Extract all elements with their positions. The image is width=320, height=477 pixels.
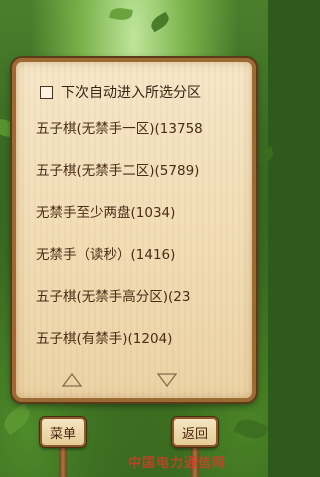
room-list: 五子棋(无禁手一区)(13758 五子棋(无禁手二区)(5789) 无禁手至少两… (16, 106, 252, 358)
room-item[interactable]: 无禁手至少两盘(1034) (16, 190, 252, 232)
checkbox-icon[interactable] (40, 85, 53, 99)
room-item-label: 无禁手（读秒）(1416) (36, 247, 176, 263)
room-item-label: 无禁手至少两盘(1034) (36, 205, 176, 221)
room-item[interactable]: 五子棋(有禁手)(1204) (16, 316, 252, 358)
room-item[interactable]: 无禁手（读秒）(1416) (16, 232, 252, 274)
back-button[interactable]: 返回 (172, 417, 218, 447)
room-item[interactable]: 五子棋(无禁手高分区)(23 (16, 274, 252, 316)
room-item[interactable]: 五子棋(无禁手一区)(13758 (16, 106, 252, 148)
room-item-label: 五子棋(无禁手一区)(13758 (36, 121, 203, 137)
sign-post (59, 445, 67, 477)
watermark-text: 中国电力通信网 (128, 456, 227, 471)
room-item[interactable]: 五子棋(无禁手二区)(5789) (16, 148, 252, 190)
menu-button[interactable]: 菜单 (40, 417, 86, 447)
scroll-down-arrow-icon[interactable] (156, 372, 178, 388)
auto-enter-checkbox-row[interactable]: 下次自动进入所选分区 (40, 82, 240, 102)
room-item-label: 五子棋(有禁手)(1204) (36, 331, 173, 347)
room-select-panel: 下次自动进入所选分区 五子棋(无禁手一区)(13758 五子棋(无禁手二区)(5… (12, 58, 256, 402)
scroll-arrows (16, 370, 252, 390)
auto-enter-label: 下次自动进入所选分区 (61, 85, 201, 101)
room-item-label: 五子棋(无禁手二区)(5789) (36, 163, 200, 179)
scroll-up-arrow-icon[interactable] (61, 372, 83, 388)
room-item-label: 五子棋(无禁手高分区)(23 (36, 289, 191, 305)
